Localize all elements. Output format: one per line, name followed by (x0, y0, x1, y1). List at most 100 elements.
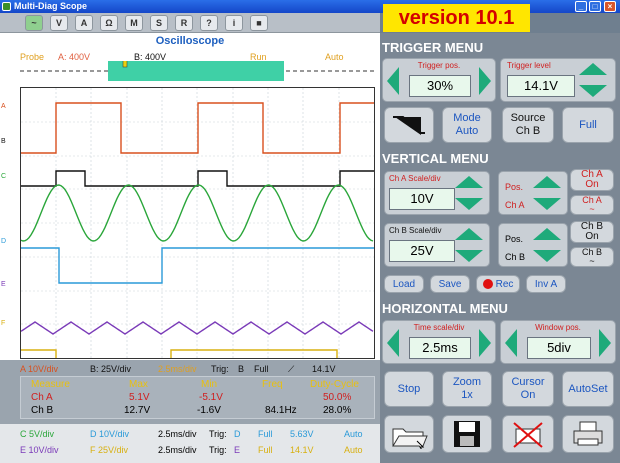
ch-a-trace (21, 102, 374, 154)
time-scale-right-arrow[interactable] (479, 329, 491, 357)
ch-b-trace (21, 170, 374, 187)
time-scale-value: 2.5ms (409, 337, 471, 359)
record-mode-icon[interactable]: R (175, 15, 193, 31)
window-pos-label: Window pos. (535, 323, 581, 332)
measure-header: Measure (31, 379, 70, 390)
trig-label: Trig: (211, 364, 229, 374)
rising-edge-icon (393, 116, 425, 135)
ch-b-scale-status: B: 25V/div (90, 364, 132, 374)
cha-scale-down-arrow[interactable] (455, 198, 483, 210)
trig-channel: B (238, 364, 245, 374)
floppy-disk-icon (454, 421, 480, 447)
signal-mode-icon[interactable]: S (150, 15, 168, 31)
chb-scale-down-arrow[interactable] (455, 250, 483, 262)
ch-a-marker[interactable]: A (1, 103, 6, 110)
duty-header: Duty-Cycle (310, 379, 359, 390)
ch-b-marker[interactable]: B (1, 138, 6, 145)
minimize-button[interactable]: _ (575, 1, 587, 12)
chb-pos-up-arrow[interactable] (533, 228, 561, 240)
trigger-level-panel: Trigger level 14.1V (500, 58, 616, 102)
chb-on-button[interactable]: Ch B On (570, 221, 614, 243)
chb-pos-down-arrow[interactable] (533, 250, 561, 262)
window-pos-value: 5div (527, 337, 591, 359)
maximize-button[interactable]: □ (589, 1, 601, 12)
trigger-pos-right-arrow[interactable] (479, 67, 491, 95)
version-banner: version 10.1 (383, 4, 530, 32)
cha-scale-up-arrow[interactable] (455, 176, 483, 188)
multimeter-mode-icon[interactable]: M (125, 15, 143, 31)
rec-button[interactable]: Rec (476, 275, 520, 293)
cursor-value: On (520, 389, 536, 401)
screenshot-icon[interactable]: ■ (250, 15, 268, 31)
mode-auto-button[interactable]: Mode Auto (442, 107, 492, 143)
ch-b-freq: 84.1Hz (265, 405, 297, 416)
ch-d-marker[interactable]: D (1, 238, 6, 245)
voltmeter-mode-icon[interactable]: V (50, 15, 68, 31)
oscilloscope-display: Oscilloscope Probe A: 400V B: 400V Run A… (0, 33, 380, 360)
chb-coupling-button[interactable]: Ch B ~ (570, 247, 614, 267)
help-icon[interactable]: ? (200, 15, 218, 31)
ch-e-scale: E 10V/div (20, 445, 59, 455)
delete-icon (513, 422, 543, 448)
time-window-bar[interactable] (20, 61, 375, 81)
cha-on-value: On (585, 179, 599, 190)
cha-on-button[interactable]: Ch A On (570, 169, 614, 191)
window-pos-left-arrow[interactable] (505, 329, 517, 357)
ch-c-marker[interactable]: C (1, 173, 6, 180)
load-button[interactable]: Load (384, 275, 424, 293)
inv-a-button[interactable]: Inv A (526, 275, 566, 293)
oscilloscope-mode-icon[interactable]: ~ (25, 15, 43, 31)
print-button[interactable] (562, 415, 614, 453)
ch-a-max: 5.1V (129, 392, 150, 403)
trigger-pos-panel: Trigger pos. 30% (382, 58, 496, 102)
save-label: Save (438, 278, 462, 290)
trigger-slope-button[interactable] (384, 107, 434, 143)
extra-channels-panel: C 5V/div D 10V/div 2.5ms/div Trig: D Ful… (0, 424, 380, 463)
close-button[interactable]: × (604, 1, 616, 12)
save-button[interactable]: Save (430, 275, 470, 293)
waveform-grid[interactable] (20, 87, 375, 359)
cha-coupling-button[interactable]: Ch A ~ (570, 195, 614, 215)
info-icon[interactable]: i (225, 15, 243, 31)
clear-button[interactable] (502, 415, 554, 453)
ef-trig-ch: E (234, 445, 241, 455)
autoset-button[interactable]: AutoSet (562, 371, 614, 407)
cursor-button[interactable]: Cursor On (502, 371, 554, 407)
window-pos-right-arrow[interactable] (599, 329, 611, 357)
inv-a-label: Inv A (534, 278, 558, 290)
trigger-level-down-arrow[interactable] (579, 85, 607, 97)
ch-f-marker[interactable]: F (1, 320, 5, 327)
cha-pos-up-arrow[interactable] (533, 176, 561, 188)
trigger-pos-value: 30% (409, 75, 471, 97)
freq-header: Freq (262, 379, 283, 390)
trigger-level-up-arrow[interactable] (579, 63, 607, 75)
trigger-level-value: 14.1V (507, 75, 575, 97)
chb-scale-value: 25V (389, 240, 455, 262)
stop-button[interactable]: Stop (384, 371, 434, 407)
ohmmeter-mode-icon[interactable]: Ω (100, 15, 118, 31)
cd-trig-level: 5.63V (290, 429, 314, 439)
ef-trig-level: 14.1V (290, 445, 314, 455)
zoom-button[interactable]: Zoom 1x (442, 371, 492, 407)
full-label: Full (579, 118, 597, 131)
time-scale-left-arrow[interactable] (387, 329, 399, 357)
chb-pos-label: Pos. (505, 234, 524, 244)
control-panel: TRIGGER MENU Trigger pos. 30% Trigger le… (380, 33, 620, 463)
ch-e-marker[interactable]: E (1, 281, 6, 288)
rec-dot-icon (482, 279, 493, 289)
source-button[interactable]: Source Ch B (502, 107, 554, 143)
open-file-button[interactable] (384, 415, 434, 453)
horizontal-menu-title: HORIZONTAL MENU (382, 301, 508, 316)
autoset-label: AutoSet (568, 382, 608, 395)
save-file-button[interactable] (442, 415, 492, 453)
trigger-pos-left-arrow[interactable] (387, 67, 399, 95)
min-header: Min (201, 379, 218, 390)
full-button[interactable]: Full (562, 107, 614, 143)
chb-scale-up-arrow[interactable] (455, 228, 483, 240)
window-pos-panel: Window pos. 5div (500, 320, 616, 364)
ammeter-mode-icon[interactable]: A (75, 15, 93, 31)
source-value: Ch B (515, 125, 541, 137)
ch-d-scale: D 10V/div (90, 429, 130, 439)
cha-pos-down-arrow[interactable] (533, 198, 561, 210)
ef-trig-mode: Full (258, 445, 273, 455)
